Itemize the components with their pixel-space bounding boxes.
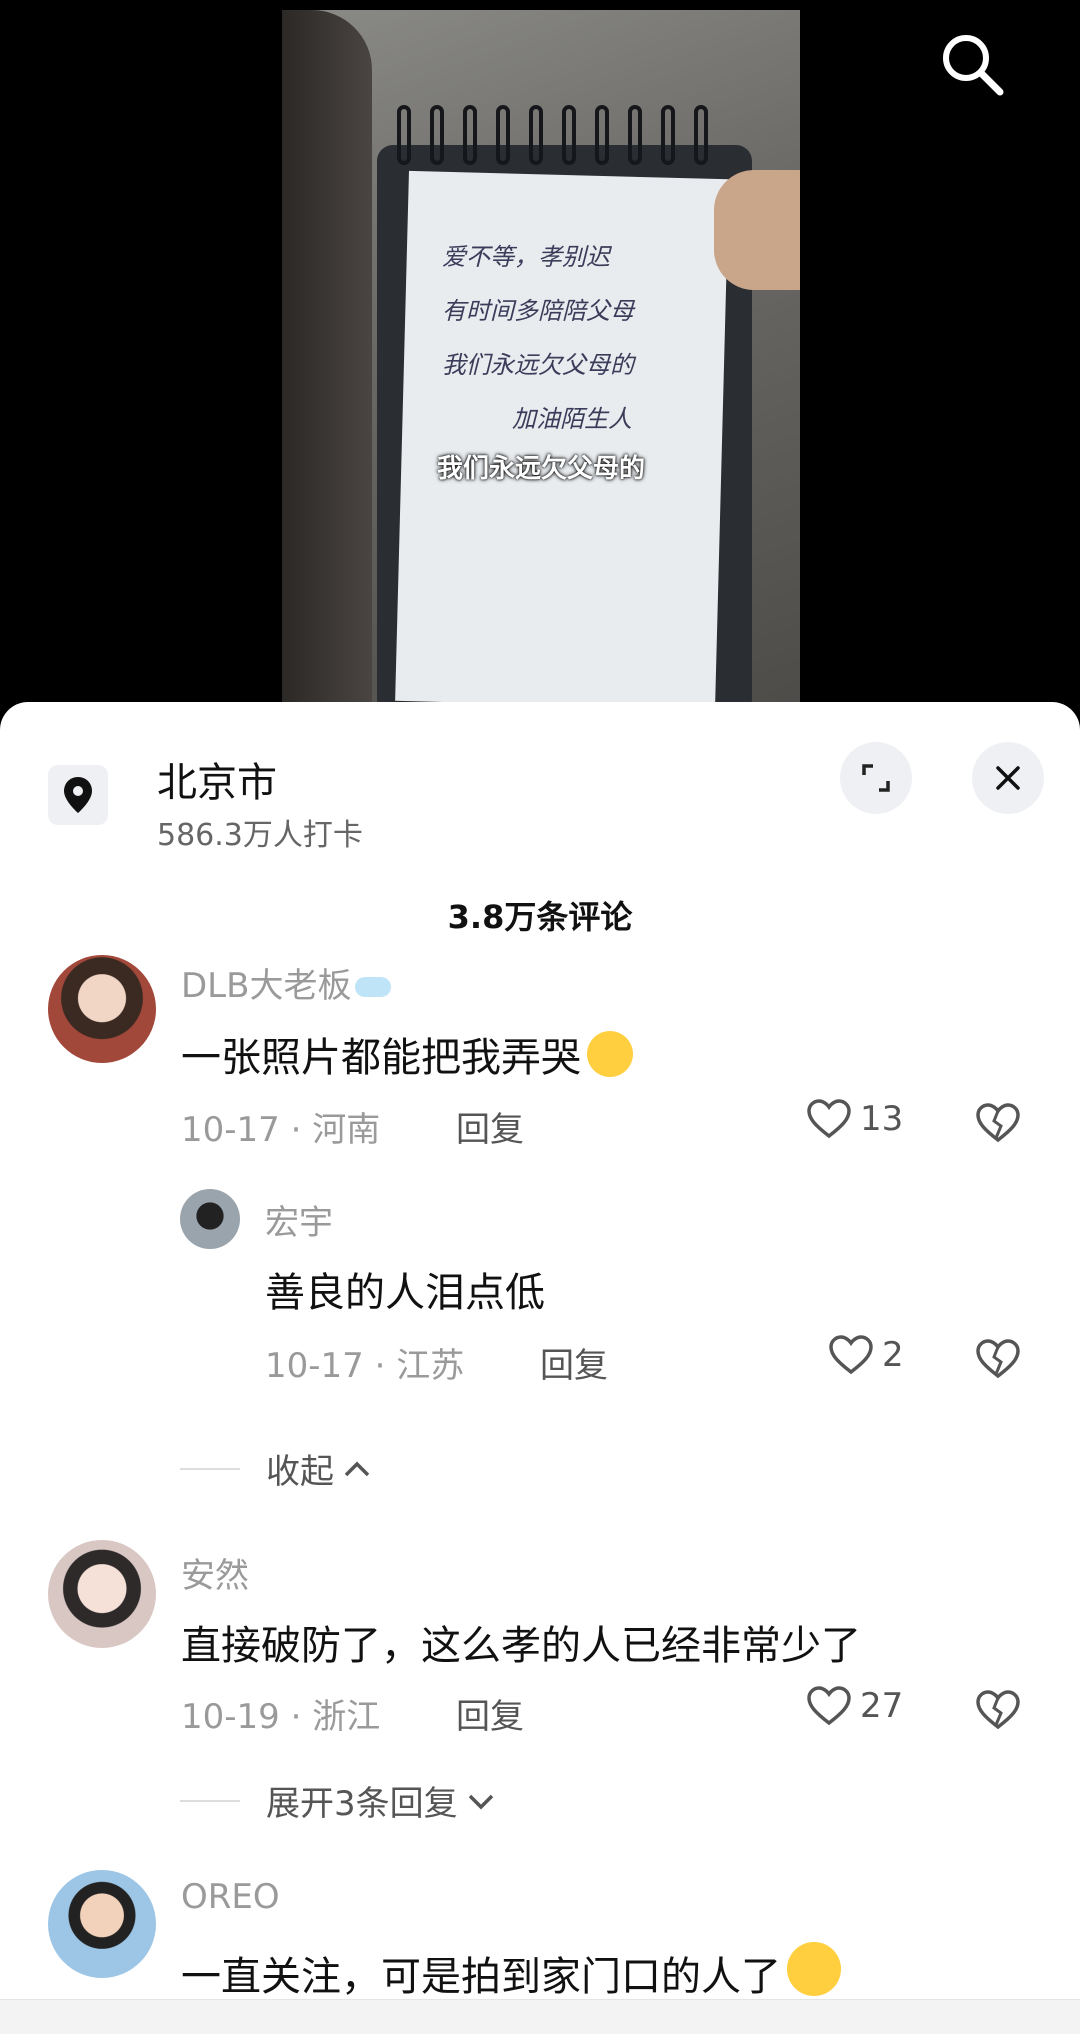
reply-button[interactable]: 回复 — [456, 1689, 524, 1738]
collapse-replies-button[interactable]: 收起 — [180, 1444, 374, 1493]
avatar[interactable] — [48, 955, 156, 1063]
close-button[interactable] — [972, 742, 1044, 814]
location-pin-icon[interactable] — [48, 765, 108, 825]
comment-text: 直接破防了，这么孝的人已经非常少了 — [181, 1623, 861, 1669]
comment-meta: 10-19 · 浙江 — [181, 1697, 381, 1737]
comment-text: 一张照片都能把我弄哭 — [181, 1025, 633, 1083]
reply-meta: 10-17 · 江苏 — [265, 1346, 465, 1386]
handwriting-line: 加油陌生人 — [512, 405, 632, 433]
heart-icon — [807, 1099, 851, 1139]
handwriting-line: 有时间多陪陪父母 — [442, 297, 634, 325]
handwriting-line: 爱不等，孝别迟 — [442, 243, 610, 271]
avatar[interactable] — [48, 1870, 156, 1978]
reply-button[interactable]: 回复 — [456, 1102, 524, 1151]
broken-heart-icon — [976, 1103, 1020, 1143]
like-count: 27 — [860, 1686, 904, 1726]
handwritten-note: 爱不等，孝别迟 有时间多陪陪父母 我们永远欠父母的 加油陌生人 — [442, 230, 722, 446]
broken-heart-icon — [976, 1690, 1020, 1730]
like-button[interactable]: 13 — [806, 1098, 903, 1140]
candy-icon — [355, 977, 392, 997]
video-subtitle: 我们永远欠父母的 — [436, 454, 645, 484]
video-frame[interactable]: 爱不等，孝别迟 有时间多陪陪父母 我们永远欠父母的 加油陌生人 我们永远欠父母的 — [282, 10, 800, 705]
comment-sheet: 北京市 586.3万人打卡 3.8万条评论 DLB大老板 一张照片都能把我弄哭 … — [0, 702, 1080, 2033]
dislike-button[interactable] — [975, 1338, 1021, 1384]
chevron-up-icon — [344, 1461, 370, 1476]
comment-text: 一直关注，可是拍到家门口的人了 — [181, 1942, 841, 2002]
comment-username[interactable]: OREO — [181, 1877, 280, 1917]
dislike-button[interactable] — [975, 1689, 1021, 1735]
person-arm — [282, 10, 372, 705]
reply-username[interactable]: 宏宇 — [265, 1195, 333, 1244]
heart-icon — [829, 1335, 873, 1375]
pleading-emoji-icon — [787, 1942, 841, 1996]
notebook-rings — [397, 105, 727, 165]
video-player[interactable]: 爱不等，孝别迟 有时间多陪陪父母 我们永远欠父母的 加油陌生人 我们永远欠父母的 — [0, 0, 1080, 705]
search-icon[interactable] — [938, 30, 1008, 100]
heart-icon — [807, 1686, 851, 1726]
comment-username[interactable]: 安然 — [181, 1548, 249, 1597]
location-title[interactable]: 北京市 — [157, 750, 277, 808]
like-button[interactable]: 2 — [828, 1334, 904, 1376]
reply-button[interactable]: 回复 — [540, 1338, 608, 1387]
divider-line — [180, 1799, 240, 1802]
comment-username[interactable]: DLB大老板 — [181, 958, 392, 1007]
location-checkin-count: 586.3万人打卡 — [157, 818, 363, 853]
thumb — [714, 170, 800, 290]
like-count: 2 — [882, 1335, 904, 1375]
comment-count: 3.8万条评论 — [447, 898, 633, 936]
bottom-input-bar[interactable] — [0, 1999, 1080, 2034]
crying-emoji-icon — [587, 1031, 633, 1077]
expand-replies-button[interactable]: 展开3条回复 — [180, 1776, 498, 1825]
like-count: 13 — [860, 1099, 904, 1139]
avatar[interactable] — [180, 1189, 240, 1249]
close-icon — [996, 766, 1020, 790]
dislike-button[interactable] — [975, 1102, 1021, 1148]
broken-heart-icon — [976, 1339, 1020, 1379]
reply-text: 善良的人泪点低 — [265, 1270, 545, 1316]
expand-icon — [862, 764, 890, 792]
chevron-down-icon — [468, 1794, 493, 1809]
divider-line — [180, 1467, 240, 1470]
comment-meta: 10-17 · 河南 — [181, 1110, 381, 1150]
avatar[interactable] — [48, 1540, 156, 1648]
handwriting-line: 我们永远欠父母的 — [442, 351, 634, 379]
like-button[interactable]: 27 — [806, 1685, 903, 1727]
expand-button[interactable] — [840, 742, 912, 814]
